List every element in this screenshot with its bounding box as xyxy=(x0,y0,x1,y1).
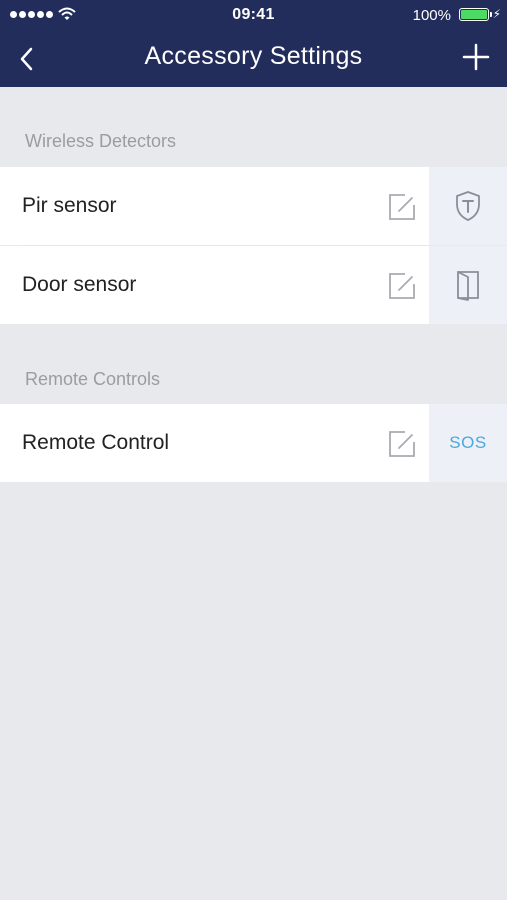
edit-icon[interactable] xyxy=(388,430,416,458)
list-item[interactable]: Pir sensor xyxy=(0,167,507,245)
list-item-label: Pir sensor xyxy=(22,194,117,217)
shield-button[interactable] xyxy=(429,167,507,245)
list-item[interactable]: Door sensor xyxy=(0,246,507,324)
sos-label: SOS xyxy=(449,433,487,452)
shield-icon xyxy=(456,191,480,221)
battery-percent: 100% xyxy=(412,7,451,24)
edit-icon[interactable] xyxy=(388,193,416,221)
battery-fill xyxy=(461,10,487,19)
section-header-wireless-detectors: Wireless Detectors xyxy=(25,131,177,151)
door-button[interactable] xyxy=(429,246,507,324)
section-header-remote-controls: Remote Controls xyxy=(25,369,161,389)
list-item[interactable]: Remote Control SOS xyxy=(0,404,507,482)
top-bar: 09:41 100% ⚡ Accessory Settings xyxy=(0,0,507,87)
battery-icon xyxy=(459,8,492,21)
nav-bar: Accessory Settings xyxy=(0,30,507,87)
sos-button[interactable]: SOS xyxy=(429,404,507,482)
door-icon xyxy=(457,271,479,301)
edit-icon[interactable] xyxy=(388,272,416,300)
plus-icon[interactable] xyxy=(459,40,493,74)
status-bar: 09:41 100% ⚡ xyxy=(0,0,507,30)
bolt-icon: ⚡ xyxy=(492,7,501,21)
list-item-label: Door sensor xyxy=(22,273,137,296)
page-title: Accessory Settings xyxy=(144,42,363,70)
list-item-label: Remote Control xyxy=(22,431,170,454)
